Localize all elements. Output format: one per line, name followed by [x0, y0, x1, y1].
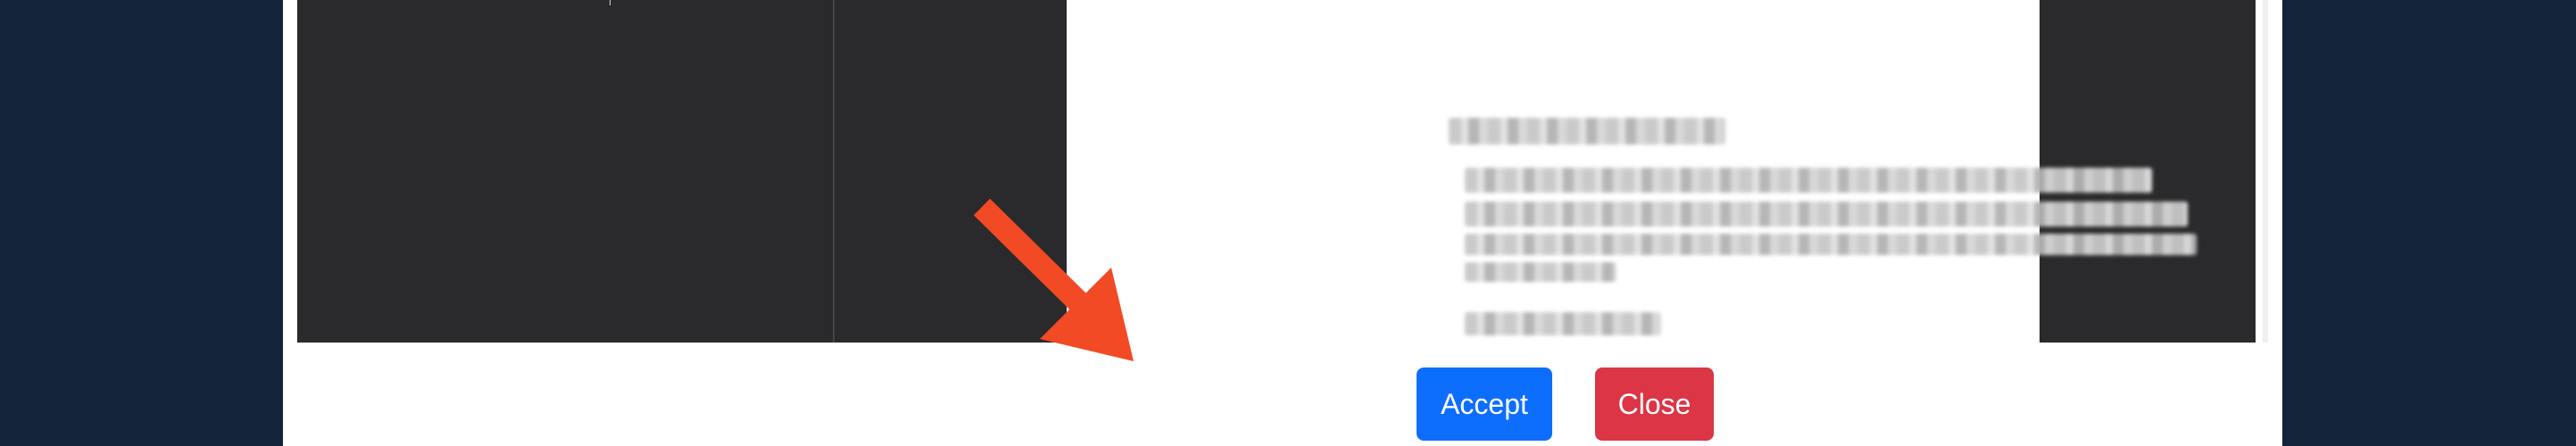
redacted-text-line [1465, 234, 2197, 255]
redacted-heading [1449, 118, 1725, 145]
modal-dialog: ⸆ Accept Close [283, 0, 2282, 446]
close-button[interactable]: Close [1595, 368, 1714, 441]
annotation-arrow-icon [973, 198, 1134, 361]
document-preview[interactable]: ⸆ [297, 0, 2256, 343]
accept-button[interactable]: Accept [1417, 368, 1552, 441]
text-cursor-icon: ⸆ [606, 0, 614, 14]
redacted-text-line [1465, 262, 1616, 282]
redacted-text-line [1465, 312, 1661, 335]
preview-scrollbar[interactable] [2263, 0, 2268, 343]
redacted-text-line [1465, 168, 2152, 193]
preview-divider [833, 0, 835, 343]
document-page [1067, 0, 2197, 343]
redacted-text-line [1465, 202, 2188, 227]
